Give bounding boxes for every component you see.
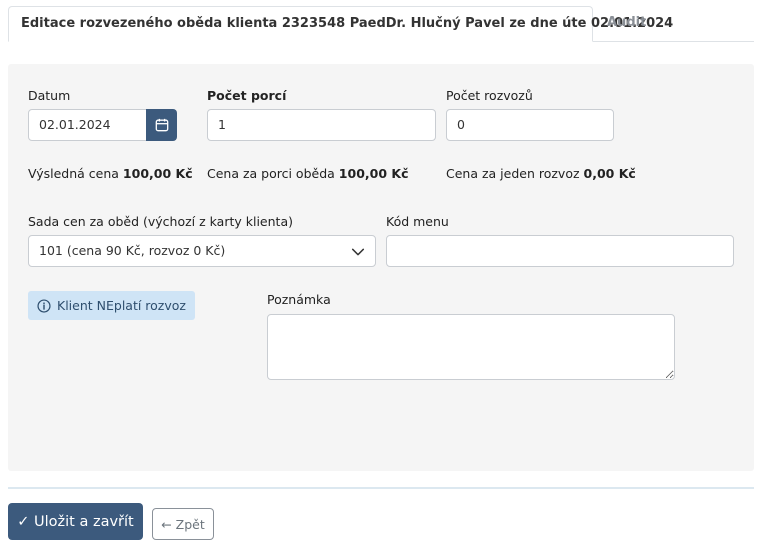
sada-cen-select[interactable]: 101 (cena 90 Kč, rozvoz 0 Kč)	[28, 235, 376, 267]
calendar-button[interactable]	[146, 109, 177, 141]
datum-label: Datum	[28, 88, 71, 103]
cena-porci-label: Cena za porci oběda	[207, 166, 335, 181]
tab-audit[interactable]: Audit	[607, 6, 646, 42]
tab-bar: Editace rozvezeného oběda klienta 232354…	[8, 6, 754, 42]
info-badge: Klient NEplatí rozvoz	[28, 291, 195, 320]
pocet-rozvozu-label: Počet rozvozů	[446, 88, 533, 103]
kod-menu-input[interactable]	[386, 235, 734, 267]
calendar-icon	[155, 118, 168, 132]
kod-menu-label: Kód menu	[386, 214, 449, 229]
pocet-rozvozu-input[interactable]: 0	[446, 109, 614, 141]
footer-divider	[8, 487, 754, 489]
chevron-down-icon	[351, 248, 365, 256]
cena-rozvoz-value: 0,00 Kč	[583, 166, 636, 181]
cena-porci-value: 100,00 Kč	[338, 166, 409, 181]
vysledna-cena: Výsledná cena 100,00 Kč	[28, 166, 193, 181]
vysledna-cena-value: 100,00 Kč	[122, 166, 193, 181]
cena-rozvoz-label: Cena za jeden rozvoz	[446, 166, 580, 181]
info-circle-icon	[37, 298, 51, 313]
cena-za-rozvoz: Cena za jeden rozvoz 0,00 Kč	[446, 166, 636, 181]
save-and-close-button[interactable]: ✓ Uložit a zavřít	[8, 503, 143, 540]
vysledna-cena-label: Výsledná cena	[28, 166, 119, 181]
poznamka-textarea[interactable]	[267, 314, 675, 380]
datum-input[interactable]: 02.01.2024	[28, 109, 147, 141]
sada-cen-label: Sada cen za oběd (výchozí z karty klient…	[28, 214, 293, 229]
back-button[interactable]: ← Zpět	[152, 508, 214, 540]
cena-za-porci: Cena za porci oběda 100,00 Kč	[207, 166, 408, 181]
poznamka-label: Poznámka	[267, 292, 331, 307]
tab-edit-delivered-lunch[interactable]: Editace rozvezeného oběda klienta 232354…	[8, 6, 673, 42]
info-badge-text: Klient NEplatí rozvoz	[57, 298, 186, 313]
pocet-porci-input[interactable]: 1	[207, 109, 436, 141]
pocet-porci-label: Počet porcí	[207, 88, 287, 103]
sada-cen-selected-value: 101 (cena 90 Kč, rozvoz 0 Kč)	[39, 243, 226, 258]
form-panel: Datum 02.01.2024 Počet porcí 1 Počet roz…	[8, 64, 754, 471]
